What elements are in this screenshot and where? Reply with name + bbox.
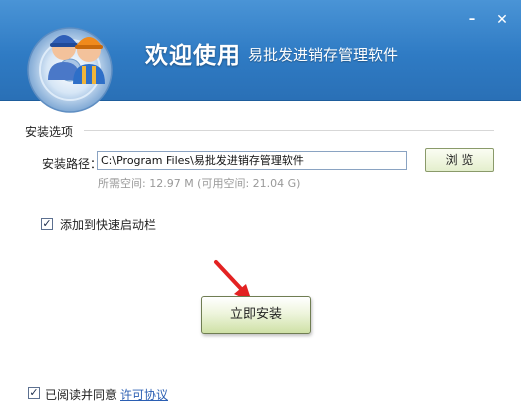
installer-header: 欢迎使用 易批发进销存管理软件 – ✕ [0, 0, 521, 113]
install-path-input[interactable]: C:\Program Files\易批发进销存管理软件 [97, 151, 407, 170]
quick-launch-label[interactable]: 添加到快速启动栏 [60, 216, 156, 233]
install-options-label: 安装选项 [25, 125, 74, 139]
welcome-title: 欢迎使用 [145, 43, 241, 69]
cd-workers-logo-icon [27, 27, 113, 113]
license-agreement-link[interactable]: 许可协议 [120, 386, 168, 403]
install-now-button[interactable]: 立即安装 [201, 296, 311, 334]
minimize-button[interactable]: – [464, 12, 480, 28]
agree-label[interactable]: 已阅读并同意 [45, 386, 117, 403]
section-divider [84, 130, 494, 131]
quick-launch-checkbox[interactable]: ✓ [41, 218, 53, 230]
browse-button[interactable]: 浏 览 [425, 148, 494, 172]
product-name: 易批发进销存管理软件 [248, 46, 399, 64]
install-path-label: 安装路径： [42, 157, 103, 171]
disk-space-info: 所需空间: 12.97 M (可用空间: 21.04 G) [98, 177, 301, 190]
close-button[interactable]: ✕ [494, 12, 510, 28]
agree-checkbox[interactable]: ✓ [28, 387, 40, 399]
